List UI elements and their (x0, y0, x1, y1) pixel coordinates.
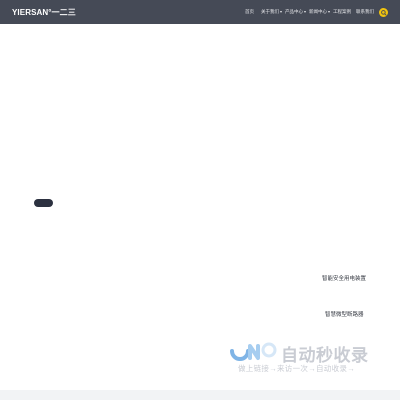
site-logo[interactable]: YIERSAN°一二三 (12, 7, 76, 18)
nav-item-home[interactable]: 首页 (245, 9, 254, 15)
nav-item-about[interactable]: 关于我们 (261, 9, 282, 15)
top-navigation-bar: YIERSAN°一二三 首页 关于我们 产品中心 新闻中心 工程案例 联系我们 (0, 0, 400, 24)
hero-slide-button[interactable] (34, 199, 53, 207)
watermark-tagline: 做上链接→来访一次→自动收录→ (238, 364, 355, 373)
product-label-smart-safety-device[interactable]: 智能安全用电装置 (322, 274, 366, 282)
watermark-logo-icon (230, 342, 277, 361)
search-button[interactable] (379, 8, 388, 17)
footer-strip (0, 390, 400, 400)
product-label-smart-breaker[interactable]: 智慧微型断路器 (325, 310, 364, 318)
nav-item-contact[interactable]: 联系我们 (356, 9, 374, 15)
nav-item-cases[interactable]: 工程案例 (333, 9, 351, 15)
nav-item-products[interactable]: 产品中心 (285, 9, 306, 15)
nav-item-news[interactable]: 新闻中心 (309, 9, 330, 15)
search-icon (380, 9, 387, 16)
watermark: 自动秒收录 做上链接→来访一次→自动收录→ (229, 340, 389, 376)
